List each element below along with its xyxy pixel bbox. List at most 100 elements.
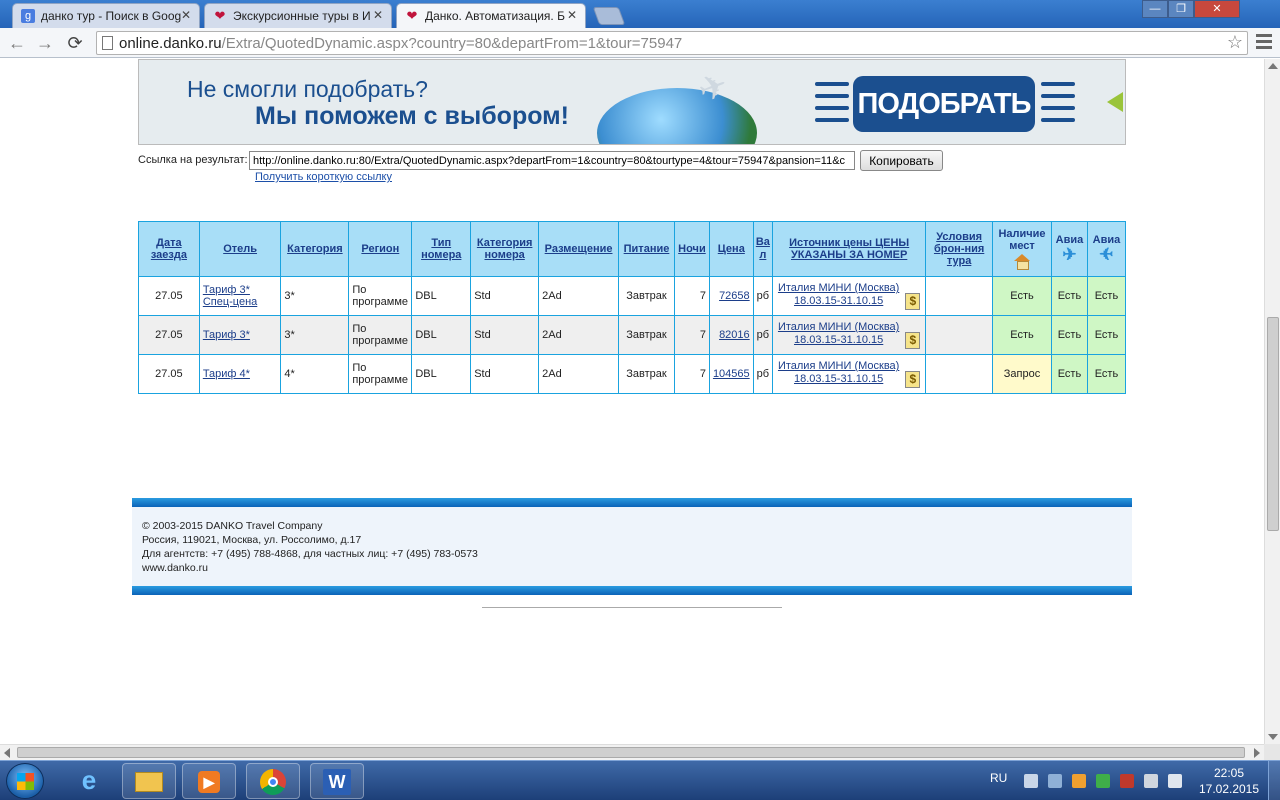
hotel-link[interactable]: Тариф 3* [203,329,250,341]
cell-room-category: Std [470,354,540,394]
dollar-icon[interactable]: $ [905,370,921,388]
chrome-menu-icon[interactable] [1256,34,1272,52]
vertical-scrollbar[interactable] [1264,59,1280,744]
word-label: W [323,769,351,795]
banner-line1: Не смогли подобрать? [187,76,428,102]
reload-icon[interactable]: ⟳ [64,32,86,54]
new-tab-button[interactable] [592,7,626,25]
word-icon[interactable]: W [310,763,364,799]
horizontal-scroll-thumb[interactable] [17,747,1245,758]
system-clock[interactable]: 22:05 17.02.2015 [1198,765,1260,797]
header-price[interactable]: Цена [708,221,754,277]
header-conditions[interactable]: Условия брон-ния тура [925,221,994,277]
source-name: Италия МИНИ (Москва) [777,321,900,334]
network-icon[interactable] [1048,774,1062,788]
show-desktop-button[interactable] [1268,761,1280,800]
hotel-link[interactable]: Тариф 3* Спец-цена [203,284,257,308]
url-text: online.danko.ru/Extra/QuotedDynamic.aspx… [119,35,682,52]
usb-icon[interactable] [1144,774,1158,788]
header-region[interactable]: Регион [348,221,413,277]
volume-icon[interactable] [1168,774,1182,788]
close-tab-icon[interactable]: ✕ [373,8,383,22]
vertical-scroll-thumb[interactable] [1267,317,1279,531]
signal-icon[interactable] [1024,774,1038,788]
header-currency[interactable]: Вал [752,221,774,277]
scroll-up-arrow-icon[interactable] [1268,63,1278,69]
tab-excursion-tours[interactable]: ❤ Экскурсионные туры в И ✕ [204,3,392,28]
danko-heart-icon: ❤ [214,8,226,23]
result-link-field[interactable] [249,151,855,170]
dollar-icon[interactable]: $ [905,331,921,349]
source-link[interactable]: Италия МИНИ (Москва) 18.03.15-31.10.15 [778,360,899,386]
close-tab-icon[interactable]: ✕ [567,8,577,22]
table-row: 27.05 Тариф 3* 3* По программе DBL Std 2… [138,315,1127,355]
start-button[interactable] [6,763,44,799]
security-icon[interactable] [1096,774,1110,788]
header-hotel[interactable]: Отель [198,221,282,277]
forward-arrow-icon[interactable]: → [34,32,56,54]
google-icon: g [21,9,35,23]
restore-button[interactable]: ❐ [1168,0,1194,18]
media-player-icon[interactable]: ▶ [182,763,236,799]
banner-arrow-icon [1107,92,1123,112]
explorer-icon[interactable] [122,763,176,799]
select-tour-button[interactable]: ПОДОБРАТЬ [853,76,1035,132]
back-arrow-icon[interactable]: ← [6,32,28,54]
header-date[interactable]: Дата заезда [138,221,200,277]
price-link[interactable]: 72658 [719,290,750,302]
ie-icon[interactable]: e [62,763,116,799]
short-link-link[interactable]: Получить короткую ссылку [255,171,392,183]
copy-button[interactable]: Копировать [860,150,943,171]
cell-accommodation: 2Ad [538,276,620,316]
scroll-down-arrow-icon[interactable] [1268,734,1278,740]
tab-danko-automation[interactable]: ❤ Данко. Автоматизация. Б ✕ [396,3,586,28]
scroll-left-arrow-icon[interactable] [4,748,10,758]
source-name: Италия МИНИ (Москва) [777,360,900,373]
price-link[interactable]: 82016 [719,329,750,341]
cell-price: 104565 [708,354,754,394]
cell-category: 3* [280,276,350,316]
cell-avia-back: Есть [1086,276,1127,316]
page-viewport: Не смогли подобрать? Мы поможем с выборо… [0,59,1264,744]
power-icon[interactable] [1072,774,1086,788]
close-tab-icon[interactable]: ✕ [181,8,191,22]
tab-google-search[interactable]: g данко тур - Поиск в Goog ✕ [12,3,200,28]
header-room-type[interactable]: Тип номера [411,221,472,277]
cell-hotel: Тариф 3* [198,315,282,355]
cell-nights: 7 [673,354,710,394]
language-indicator[interactable]: RU [990,771,1007,785]
header-meals[interactable]: Питание [618,221,675,277]
cell-hotel: Тариф 4* [198,354,282,394]
clock-date: 17.02.2015 [1198,782,1260,796]
cell-room-category: Std [470,276,540,316]
header-source[interactable]: Источник цены ЦЕНЫ УКАЗАНЫ ЗА НОМЕР [772,221,927,277]
chrome-icon[interactable] [246,763,300,799]
cell-room-type: DBL [411,315,472,355]
source-name: Италия МИНИ (Москва) [777,282,900,295]
header-room-category[interactable]: Категория номера [470,221,540,277]
header-category[interactable]: Категория [280,221,350,277]
scroll-right-arrow-icon[interactable] [1254,748,1260,758]
promo-banner[interactable]: Не смогли подобрать? Мы поможем с выборо… [138,59,1126,145]
header-nights[interactable]: Ночи [673,221,710,277]
table-row: 27.05 Тариф 4* 4* По программе DBL Std 2… [138,354,1127,394]
close-window-button[interactable]: ✕ [1194,0,1240,18]
horizontal-scrollbar[interactable] [0,744,1264,760]
header-accommodation[interactable]: Размещение [538,221,620,277]
page-icon [102,36,113,50]
result-link-label: Ссылка на результат: [138,154,248,166]
price-link[interactable]: 104565 [713,368,750,380]
right-rays-decoration [1041,74,1075,132]
source-link[interactable]: Италия МИНИ (Москва) 18.03.15-31.10.15 [778,321,899,347]
bookmark-star-icon[interactable]: ☆ [1227,32,1243,53]
address-bar[interactable]: online.danko.ru/Extra/QuotedDynamic.aspx… [96,31,1248,55]
dollar-icon[interactable]: $ [905,292,921,310]
action-center-icon[interactable] [1120,774,1134,788]
source-link[interactable]: Италия МИНИ (Москва) 18.03.15-31.10.15 [778,282,899,308]
cell-meals: Завтрак [618,315,675,355]
hotel-link[interactable]: Тариф 4* [203,368,250,380]
cell-avia-out: Есть [1050,315,1088,355]
minimize-button[interactable]: — [1142,0,1168,18]
cell-accommodation: 2Ad [538,354,620,394]
browser-tab-strip: g данко тур - Поиск в Goog ✕ ❤ Экскурсио… [0,0,1280,28]
